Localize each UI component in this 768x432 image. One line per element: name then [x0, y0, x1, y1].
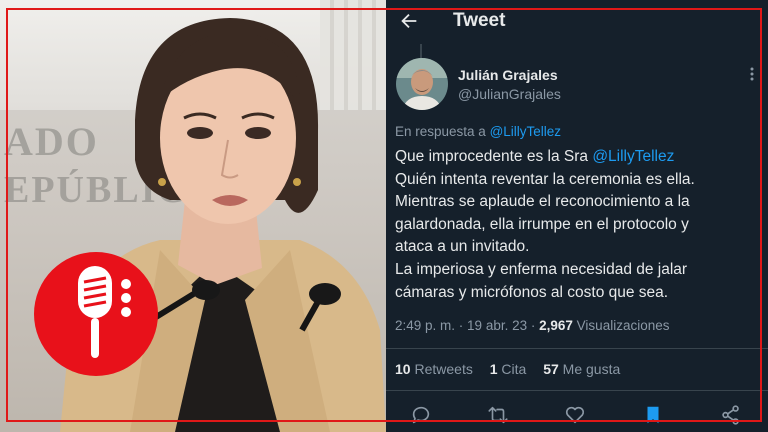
tweet-date[interactable]: 19 abr. 23: [467, 318, 527, 333]
author-name[interactable]: Julián Grajales: [458, 67, 558, 83]
like-heart-icon[interactable]: [564, 404, 586, 426]
reply-prefix: En respuesta a: [395, 124, 486, 139]
quotes-stat[interactable]: 1 Cita: [490, 361, 527, 377]
avatar-photo: [396, 58, 448, 110]
tweet-metadata: 2:49 p. m. · 19 abr. 23 · 2,967 Visualiz…: [395, 318, 670, 333]
quotes-label: Cita: [501, 361, 527, 377]
reply-mention-link[interactable]: @LillyTellez: [490, 124, 561, 139]
tweet-header: Tweet: [386, 0, 768, 44]
author-handle[interactable]: @JulianGrajales: [458, 86, 561, 102]
arrow-left-icon[interactable]: [398, 10, 420, 32]
tweet-line: Que improcedente es la Sra @LillyTellez: [395, 146, 761, 169]
author-avatar[interactable]: [396, 58, 448, 110]
engagement-stats: 10 Retweets 1 Cita 57 Me gusta: [395, 361, 633, 377]
page-title: Tweet: [453, 10, 506, 31]
tweet-line: cámaras y micrófonos al costo que sea.: [395, 283, 669, 301]
tweet-action-bar: [386, 400, 768, 430]
tweet-time[interactable]: 2:49 p. m.: [395, 318, 455, 333]
views-count: 2,967: [539, 318, 573, 333]
divider: [386, 348, 768, 349]
retweets-count: 10: [395, 361, 411, 377]
microphone-icon: [78, 266, 131, 358]
divider: [386, 390, 768, 391]
tweet-text: Que improcedente es la Sra @LillyTellez …: [395, 146, 761, 304]
reply-context: En respuesta a @LillyTellez: [395, 124, 561, 139]
tweet-line: La imperiosa y enferma necesidad de jala…: [395, 260, 688, 278]
tweet-line: Mientras se aplaude el reconocimiento a …: [395, 193, 690, 211]
retweets-stat[interactable]: 10 Retweets: [395, 361, 473, 377]
share-icon[interactable]: [720, 404, 742, 426]
likes-count: 57: [543, 361, 559, 377]
bookmark-icon[interactable]: [642, 404, 664, 426]
likes-stat[interactable]: 57 Me gusta: [543, 361, 620, 377]
mention-link[interactable]: @LillyTellez: [592, 148, 674, 165]
tweet-panel: Tweet Julián Grajales @JulianGrajales En…: [386, 0, 768, 432]
tweet-line: ataca a un invitado.: [395, 238, 530, 256]
quotes-count: 1: [489, 361, 498, 377]
retweet-icon[interactable]: [487, 404, 509, 426]
tweet-line-text: Que improcedente es la Sra: [395, 148, 588, 165]
thread-connector-line: [420, 44, 422, 58]
reply-icon[interactable]: [410, 404, 432, 426]
views-label: Visualizaciones: [576, 318, 670, 333]
red-microphone-logo: [34, 252, 158, 376]
more-options-icon[interactable]: [744, 66, 760, 82]
retweets-label: Retweets: [414, 361, 473, 377]
likes-label: Me gusta: [562, 361, 621, 377]
tweet-line: galardonada, ella irrumpe en el protocol…: [395, 215, 689, 233]
tweet-line: Quién intenta reventar la ceremonia es e…: [395, 170, 695, 188]
